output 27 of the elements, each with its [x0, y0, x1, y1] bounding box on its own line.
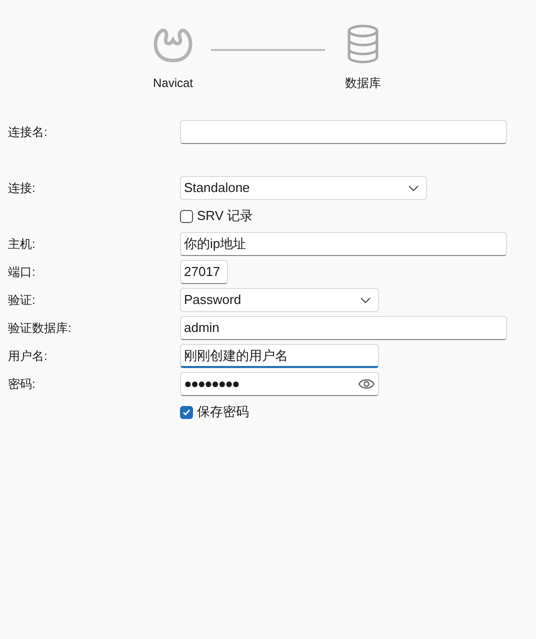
- password-field[interactable]: ●●●●●●●●: [180, 372, 379, 396]
- field-label: 用户名:: [8, 349, 48, 363]
- field-label: 验证数据库:: [8, 321, 72, 335]
- field-label: 连接名:: [8, 125, 48, 139]
- checkmark-icon: [182, 408, 191, 416]
- checkbox-label: 保存密码: [197, 403, 249, 422]
- database-icon: [346, 24, 380, 64]
- chevron-down-icon: [408, 184, 419, 192]
- text-field[interactable]: 27017: [180, 260, 228, 284]
- eye-icon: [358, 378, 375, 390]
- field-label: 端口:: [8, 265, 36, 279]
- field-label: 验证:: [8, 293, 36, 307]
- checkbox[interactable]: [180, 210, 193, 222]
- checkbox[interactable]: [180, 406, 193, 418]
- dropdown[interactable]: Standalone: [180, 176, 427, 200]
- step-label: 数据库: [345, 75, 381, 92]
- dropdown[interactable]: Password: [180, 288, 379, 312]
- text-field[interactable]: 刚刚创建的用户名: [180, 344, 379, 368]
- checkbox-label: SRV 记录: [197, 207, 254, 226]
- text-field[interactable]: admin: [180, 316, 507, 340]
- field-label: 密码:: [8, 377, 36, 391]
- text-field[interactable]: 你的ip地址: [180, 232, 507, 256]
- field-label: 主机:: [8, 237, 36, 251]
- text-field[interactable]: [180, 120, 507, 144]
- field-label: 连接:: [8, 181, 36, 195]
- chevron-down-icon: [360, 296, 371, 304]
- step-label: Navicat: [152, 75, 193, 92]
